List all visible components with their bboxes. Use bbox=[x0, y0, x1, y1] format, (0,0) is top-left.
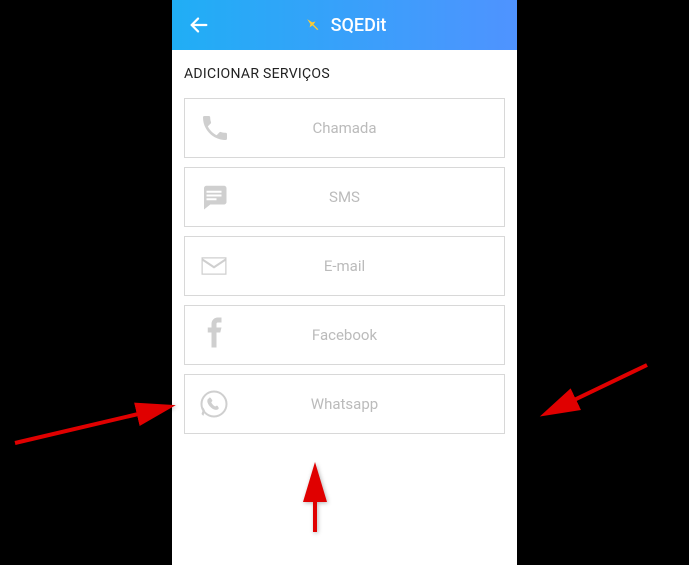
service-label: E-mail bbox=[235, 257, 490, 275]
service-list: Chamada SMS bbox=[184, 98, 505, 434]
annotation-arrow-right bbox=[535, 355, 655, 429]
service-item-chamada[interactable]: Chamada bbox=[184, 98, 505, 158]
service-item-whatsapp[interactable]: Whatsapp bbox=[184, 374, 505, 434]
annotation-arrow-left bbox=[10, 395, 180, 454]
service-item-sms[interactable]: SMS bbox=[184, 167, 505, 227]
app-header: SQEDit bbox=[172, 0, 517, 50]
content-area: ADICIONAR SERVIÇOS Chamada bbox=[172, 50, 517, 450]
app-screen: SQEDit ADICIONAR SERVIÇOS Chamada bbox=[172, 0, 517, 565]
app-title: SQEDit bbox=[331, 15, 387, 36]
facebook-icon bbox=[199, 317, 235, 353]
email-icon bbox=[199, 251, 235, 281]
service-item-email[interactable]: E-mail bbox=[184, 236, 505, 296]
service-label: Chamada bbox=[235, 119, 490, 137]
sms-icon bbox=[199, 182, 235, 212]
service-label: Whatsapp bbox=[235, 395, 490, 413]
phone-icon bbox=[199, 112, 235, 144]
header-title: SQEDit bbox=[303, 15, 387, 36]
pin-icon bbox=[303, 15, 323, 35]
service-label: Facebook bbox=[235, 326, 490, 344]
service-label: SMS bbox=[235, 188, 490, 206]
whatsapp-icon bbox=[199, 389, 235, 419]
back-arrow-icon[interactable] bbox=[188, 14, 210, 36]
service-item-facebook[interactable]: Facebook bbox=[184, 305, 505, 365]
section-heading: ADICIONAR SERVIÇOS bbox=[184, 66, 505, 82]
